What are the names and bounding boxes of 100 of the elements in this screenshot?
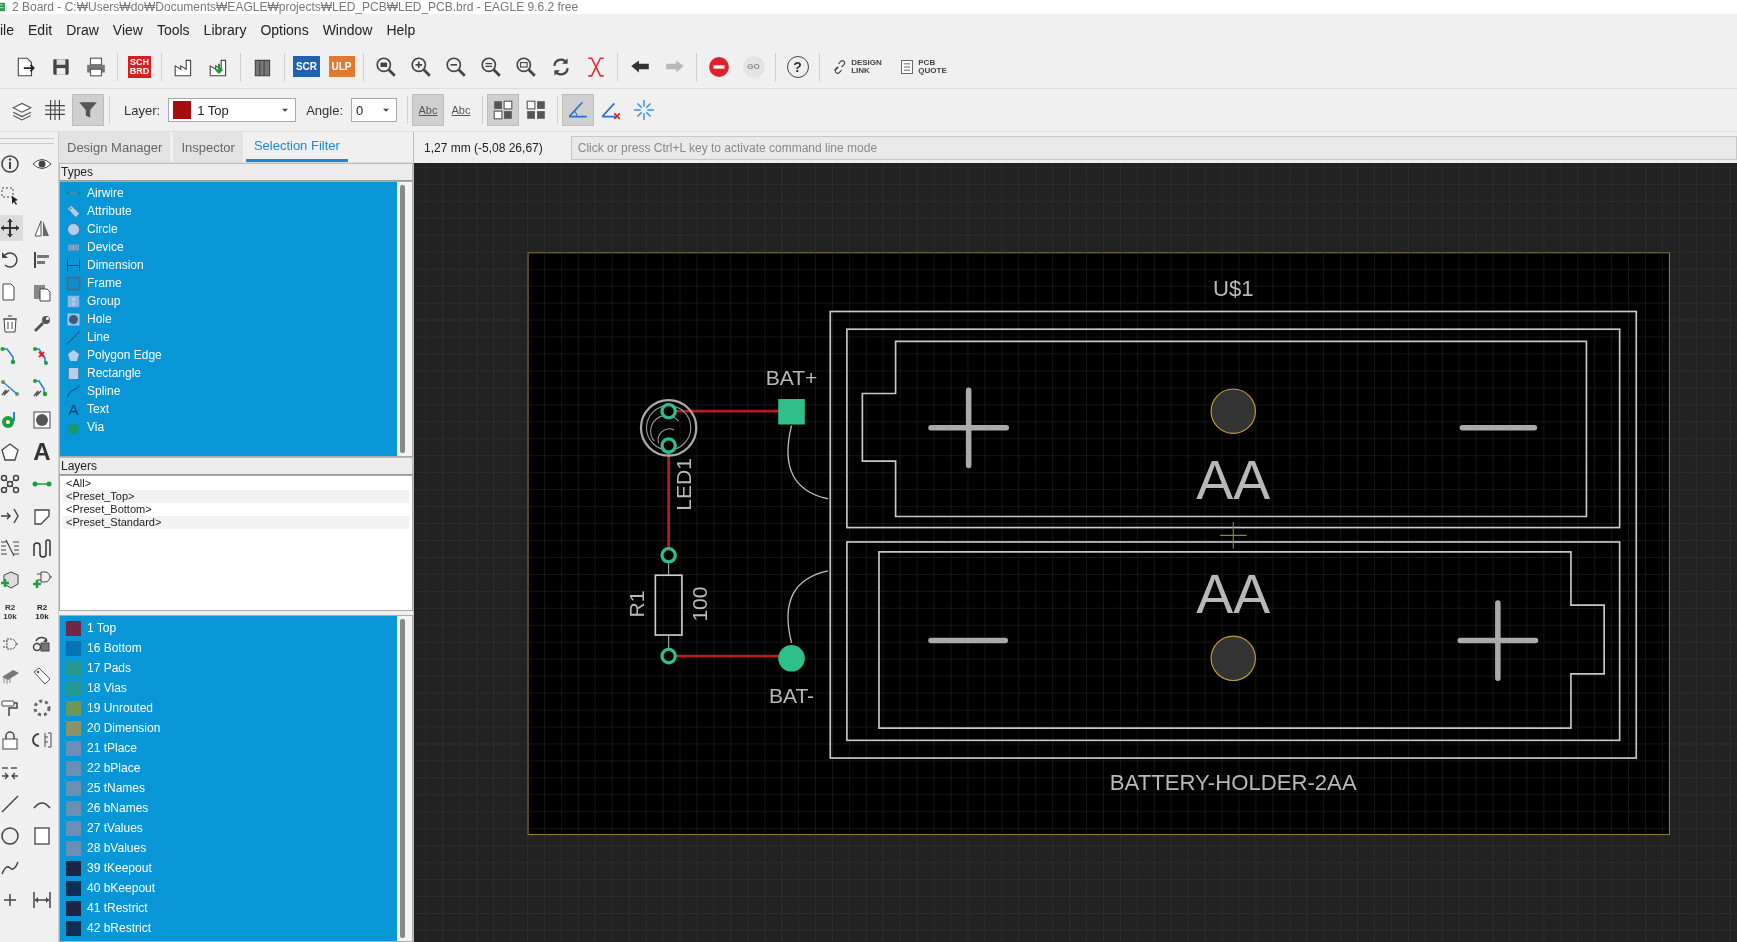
frame-icon: [66, 275, 81, 291]
script-button[interactable]: SCR: [292, 56, 321, 77]
text-tool[interactable]: A: [29, 439, 55, 465]
zoom-in-icon[interactable]: [409, 55, 432, 78]
meander-icon[interactable]: [32, 538, 52, 558]
preset-item[interactable]: <Preset_Standard>: [63, 516, 409, 529]
replace-icon[interactable]: [32, 634, 52, 654]
panel-tab[interactable]: Inspector: [173, 132, 243, 162]
spline-icon: [66, 383, 81, 399]
sch-brd-button[interactable]: SCH BRD: [127, 55, 152, 78]
dimension-icon[interactable]: [32, 890, 52, 910]
battery-label: AA: [1196, 448, 1271, 511]
rotate-icon[interactable]: [0, 250, 20, 270]
menu-item[interactable]: ile: [0, 18, 21, 41]
mirrored-text-button[interactable]: Abc: [445, 94, 477, 126]
arrow-icon[interactable]: [0, 506, 20, 526]
preset-item[interactable]: <Preset_Top>: [63, 490, 409, 503]
zoom-out-icon[interactable]: [444, 55, 467, 78]
hole-icon: [66, 311, 81, 327]
hole-icon[interactable]: [32, 410, 52, 430]
optimize-icon[interactable]: [32, 730, 52, 750]
paste-icon[interactable]: [32, 282, 52, 302]
dotted-circle-icon[interactable]: [32, 698, 52, 718]
part-value: BATTERY-HOLDER-2AA: [1109, 770, 1357, 796]
zoom-area-icon[interactable]: [514, 55, 537, 78]
circle-icon: [66, 221, 81, 237]
wrench-icon[interactable]: [32, 314, 52, 334]
filter-button[interactable]: [72, 94, 104, 126]
preset-item[interactable]: <Preset_Bottom>: [63, 503, 409, 516]
battery-label: AA: [1196, 562, 1271, 625]
menu-item[interactable]: Edit: [21, 18, 60, 41]
lock-icon[interactable]: [0, 730, 20, 750]
tag-icon[interactable]: [32, 666, 52, 686]
polygon-icon[interactable]: [0, 442, 20, 462]
layer-dropdown[interactable]: 1 Top: [168, 98, 297, 122]
layer-label: Layer:: [124, 102, 161, 118]
zoom-icon[interactable]: [479, 55, 502, 78]
stop-icon[interactable]: [707, 55, 730, 78]
line-icon[interactable]: [0, 794, 20, 814]
angle-button[interactable]: [562, 94, 594, 126]
menu-item[interactable]: Draw: [59, 18, 106, 41]
add-gate-icon[interactable]: [32, 570, 52, 590]
ulp-button[interactable]: ULP: [328, 56, 355, 77]
preset-item[interactable]: <All>: [63, 477, 409, 490]
fanout-icon[interactable]: [0, 378, 20, 398]
paint-roller-icon[interactable]: [0, 698, 20, 718]
selection-icon[interactable]: [0, 186, 20, 206]
tag-icon: [66, 203, 81, 219]
value-tool[interactable]: R2 10k: [29, 599, 55, 625]
angle-label: Angle:: [306, 102, 343, 118]
angle-dropdown[interactable]: 0: [351, 98, 397, 122]
letter-icon: A: [66, 400, 81, 418]
command-line-field[interactable]: Click or press Ctrl+L key to activate command line mode: [570, 135, 1737, 160]
net-icon[interactable]: [0, 474, 20, 494]
scrollbar[interactable]: [400, 619, 405, 938]
panel-tab[interactable]: Design Manager: [59, 132, 171, 162]
mounting-hole: [1210, 635, 1256, 682]
miter-icon[interactable]: [32, 506, 52, 526]
origin-cross: [1219, 521, 1248, 550]
info-icon[interactable]: [0, 154, 20, 174]
layout-button[interactable]: [487, 94, 519, 126]
polygon-icon: [66, 347, 81, 363]
zoom-fit-icon[interactable]: [374, 55, 397, 78]
pad: [660, 546, 677, 564]
layout-icon: [492, 99, 514, 121]
section-header: Layers: [59, 457, 413, 475]
menu-item[interactable]: Library: [196, 18, 254, 41]
rectangle-icon[interactable]: [32, 826, 52, 846]
airwire-icon[interactable]: [32, 481, 52, 487]
split-icon[interactable]: [0, 538, 20, 558]
circle-icon[interactable]: [0, 826, 20, 846]
name-tool[interactable]: R2 10k: [0, 599, 23, 625]
pad-label: BAT-: [768, 683, 815, 707]
trash-icon[interactable]: [0, 314, 20, 334]
grid-icon: [44, 99, 66, 121]
pad-label: BAT+: [765, 365, 818, 389]
add-part-icon[interactable]: [0, 570, 20, 590]
menu-item[interactable]: Options: [253, 18, 316, 41]
part-name: U$1: [1212, 275, 1254, 301]
menu-item[interactable]: Window: [315, 18, 380, 41]
square-pad: [778, 399, 805, 425]
part-name: LED1: [671, 458, 695, 511]
section-header: Types: [59, 163, 413, 181]
mirror-icon[interactable]: [32, 218, 52, 238]
scrollbar[interactable]: [400, 185, 405, 453]
led-footprint: [639, 399, 698, 457]
menu-item[interactable]: Tools: [149, 18, 197, 41]
list-icon: [899, 58, 916, 75]
mounting-hole: [1210, 388, 1256, 434]
align-icon[interactable]: [32, 250, 52, 270]
pcb-quote-button[interactable]: PCB QUOTE: [918, 58, 947, 75]
menu-item[interactable]: Help: [379, 18, 423, 41]
dimension-icon: [66, 257, 81, 273]
airwire-icon: [66, 191, 81, 195]
menu-item[interactable]: View: [105, 18, 150, 41]
print-icon[interactable]: [84, 55, 107, 78]
rectangle-icon: [66, 365, 81, 381]
design-link-button[interactable]: DESIGN LINK: [851, 58, 882, 75]
text-button[interactable]: Abc: [412, 94, 444, 126]
part-name: R1: [625, 590, 649, 618]
